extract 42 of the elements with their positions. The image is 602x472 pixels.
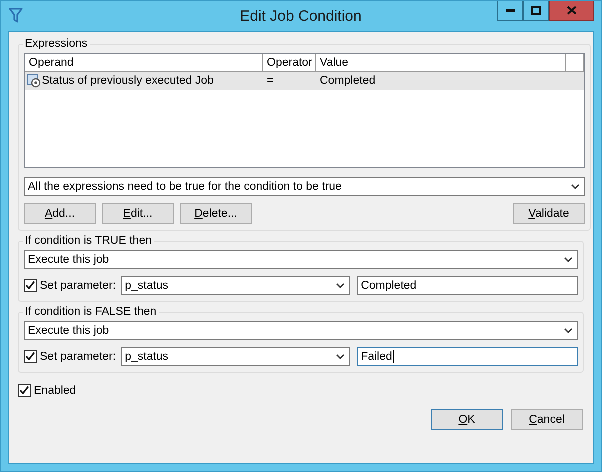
checkbox-label: Enabled: [34, 384, 76, 396]
checkbox[interactable]: [24, 350, 37, 363]
group-title: Expressions: [24, 38, 89, 50]
window-title: Edit Job Condition: [240, 8, 362, 24]
text-cursor: [393, 350, 394, 363]
column-header[interactable]: Operand: [25, 54, 263, 71]
list-row[interactable]: Status of previously executed Job = Completed: [25, 72, 584, 90]
checkbox[interactable]: [18, 384, 31, 397]
column-header[interactable]: Value: [316, 54, 566, 71]
dropdown[interactable]: Execute this job: [24, 250, 578, 269]
action-button[interactable]: Edit...: [102, 203, 174, 224]
maximize-icon: [531, 6, 541, 15]
group-title: If condition is FALSE then: [24, 306, 158, 318]
dropdown[interactable]: All the expressions need to be true for the condition to be true: [24, 177, 585, 196]
chevron-icon: [564, 256, 573, 262]
table-cell: =: [267, 75, 274, 87]
dialog-button[interactable]: OK: [431, 409, 503, 430]
checkbox-label: Set parameter:: [40, 350, 116, 362]
chevron-icon: [564, 328, 573, 334]
close-button[interactable]: [549, 1, 594, 21]
validate-button[interactable]: Validate: [513, 203, 585, 224]
chevron-icon: [571, 184, 580, 190]
chevron-icon: [336, 354, 346, 360]
dialog-button[interactable]: Cancel: [511, 409, 583, 430]
text-field[interactable]: Completed: [357, 276, 578, 295]
text-field[interactable]: Failed: [357, 347, 578, 366]
filter-icon: [9, 8, 23, 24]
close-icon: [566, 6, 576, 15]
dropdown[interactable]: Execute this job: [24, 321, 578, 340]
table-cell: Status of previously executed Job: [42, 75, 214, 87]
minimize-icon: [506, 8, 514, 12]
column-header[interactable]: Operator: [263, 54, 316, 71]
group-title: If condition is TRUE then: [24, 235, 153, 247]
action-button[interactable]: Delete...: [180, 203, 252, 224]
action-button[interactable]: Add...: [24, 203, 96, 224]
checkbox[interactable]: [24, 279, 37, 292]
dropdown[interactable]: p_status: [121, 347, 350, 366]
dropdown[interactable]: p_status: [121, 276, 350, 295]
minimize-button[interactable]: [497, 1, 523, 21]
table-cell: Completed: [320, 75, 376, 87]
checkbox-label: Set parameter:: [40, 280, 116, 292]
chevron-icon: [336, 282, 346, 288]
